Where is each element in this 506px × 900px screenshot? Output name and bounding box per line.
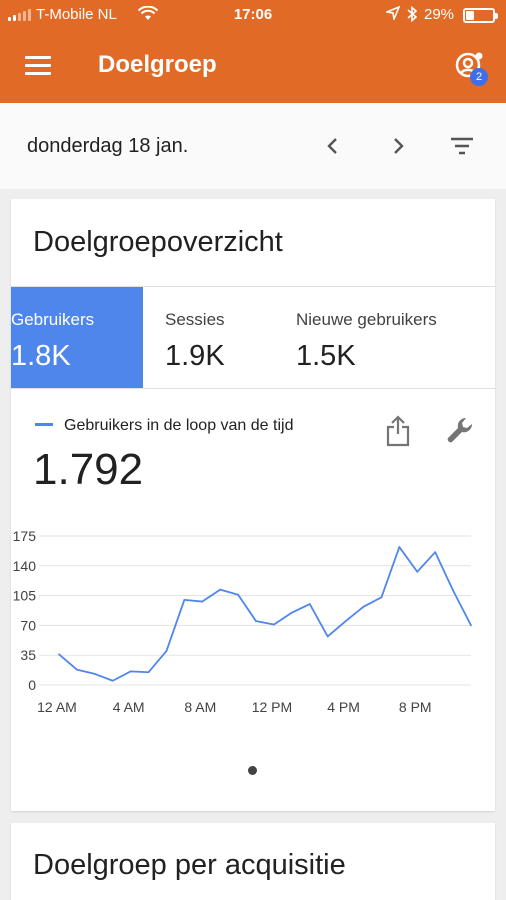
date-selector[interactable]: donderdag 18 jan. bbox=[27, 135, 188, 158]
y-tick-label: 0 bbox=[28, 677, 36, 693]
notification-badge: 2 bbox=[470, 68, 488, 86]
filter-icon[interactable] bbox=[449, 133, 475, 159]
overview-title: Doelgroepoverzicht bbox=[33, 226, 283, 258]
status-bar: T-Mobile NL 17:06 29% bbox=[0, 0, 506, 30]
x-tick-label: 8 AM bbox=[184, 699, 216, 715]
wrench-icon[interactable] bbox=[445, 415, 479, 449]
tab-value: 1.9K bbox=[165, 340, 225, 372]
x-tick-label: 4 AM bbox=[113, 699, 145, 715]
data-point bbox=[452, 589, 454, 592]
tab-label: Nieuwe gebruikers bbox=[296, 310, 437, 329]
chevron-right-icon[interactable] bbox=[385, 133, 411, 159]
share-icon[interactable] bbox=[385, 415, 411, 447]
data-point bbox=[111, 679, 114, 682]
x-tick-label: 8 PM bbox=[399, 699, 432, 715]
data-point bbox=[201, 600, 204, 603]
data-point bbox=[255, 620, 257, 623]
app-bar: T-Mobile NL 17:06 29% Doelgroep 2 bbox=[0, 0, 506, 103]
data-point bbox=[93, 673, 96, 675]
battery-percent: 29% bbox=[424, 6, 455, 23]
x-tick-label: 12 AM bbox=[37, 699, 77, 715]
tab-value: 1.5K bbox=[296, 340, 356, 372]
tab-label: Gebruikers bbox=[11, 310, 95, 329]
app-title: Doelgroep bbox=[98, 51, 217, 78]
series-line bbox=[58, 546, 472, 682]
data-point bbox=[344, 620, 347, 623]
data-point bbox=[416, 570, 419, 573]
x-tick-label: 12 PM bbox=[252, 699, 292, 715]
y-tick-label: 35 bbox=[20, 647, 36, 663]
data-point bbox=[362, 605, 365, 608]
y-tick-label: 140 bbox=[13, 558, 37, 574]
data-point bbox=[183, 598, 186, 601]
location-arrow-icon bbox=[384, 5, 401, 24]
tab-gebruikers[interactable]: Gebruikers 1.8K bbox=[11, 287, 143, 388]
battery-icon bbox=[463, 8, 498, 23]
data-point bbox=[308, 603, 311, 606]
data-point bbox=[129, 670, 132, 673]
total-value: 1.792 bbox=[33, 445, 144, 494]
acquisition-title: Doelgroep per acquisitie bbox=[33, 849, 346, 881]
data-point bbox=[273, 623, 275, 626]
chevron-left-icon[interactable] bbox=[320, 133, 346, 159]
data-point bbox=[219, 588, 222, 591]
data-point bbox=[380, 596, 383, 599]
data-point bbox=[290, 611, 293, 614]
tab-sessies[interactable]: Sessies 1.9K bbox=[143, 287, 274, 388]
date-bar: donderdag 18 jan. bbox=[0, 103, 506, 189]
y-tick-label: 70 bbox=[20, 617, 36, 633]
line-chart: 0 35 70 105 140 175 12 AM 4 AM 8 AM 12 PM 4 PM 8 PM bbox=[13, 528, 472, 715]
pagination-dot[interactable] bbox=[248, 766, 257, 775]
bluetooth-icon bbox=[406, 5, 418, 26]
data-point bbox=[147, 671, 150, 674]
data-point bbox=[165, 650, 168, 652]
tab-nieuwe-gebruikers[interactable]: Nieuwe gebruikers 1.5K bbox=[274, 287, 495, 388]
overview-card: Doelgroepoverzicht Gebruikers 1.8K Sessi… bbox=[11, 199, 495, 811]
tab-label: Sessies bbox=[165, 310, 225, 329]
data-point bbox=[76, 668, 78, 671]
legend-swatch bbox=[35, 423, 53, 426]
data-point bbox=[58, 653, 60, 656]
y-tick-label: 105 bbox=[13, 588, 37, 604]
data-point bbox=[237, 593, 240, 596]
data-point bbox=[326, 635, 329, 638]
acquisition-card: Doelgroep per acquisitie bbox=[11, 823, 495, 900]
metric-tabs: Gebruikers 1.8K Sessies 1.9K Nieuwe gebr… bbox=[11, 286, 495, 389]
hamburger-menu-icon[interactable] bbox=[25, 56, 51, 76]
y-tick-label: 175 bbox=[13, 528, 37, 544]
data-point bbox=[470, 624, 472, 627]
data-point bbox=[434, 551, 437, 554]
chart-legend-label: Gebruikers in de loop van de tijd bbox=[64, 417, 294, 434]
x-tick-label: 4 PM bbox=[327, 699, 360, 715]
data-point bbox=[398, 546, 401, 548]
battery-fill bbox=[466, 11, 474, 20]
tab-value: 1.8K bbox=[11, 340, 71, 372]
